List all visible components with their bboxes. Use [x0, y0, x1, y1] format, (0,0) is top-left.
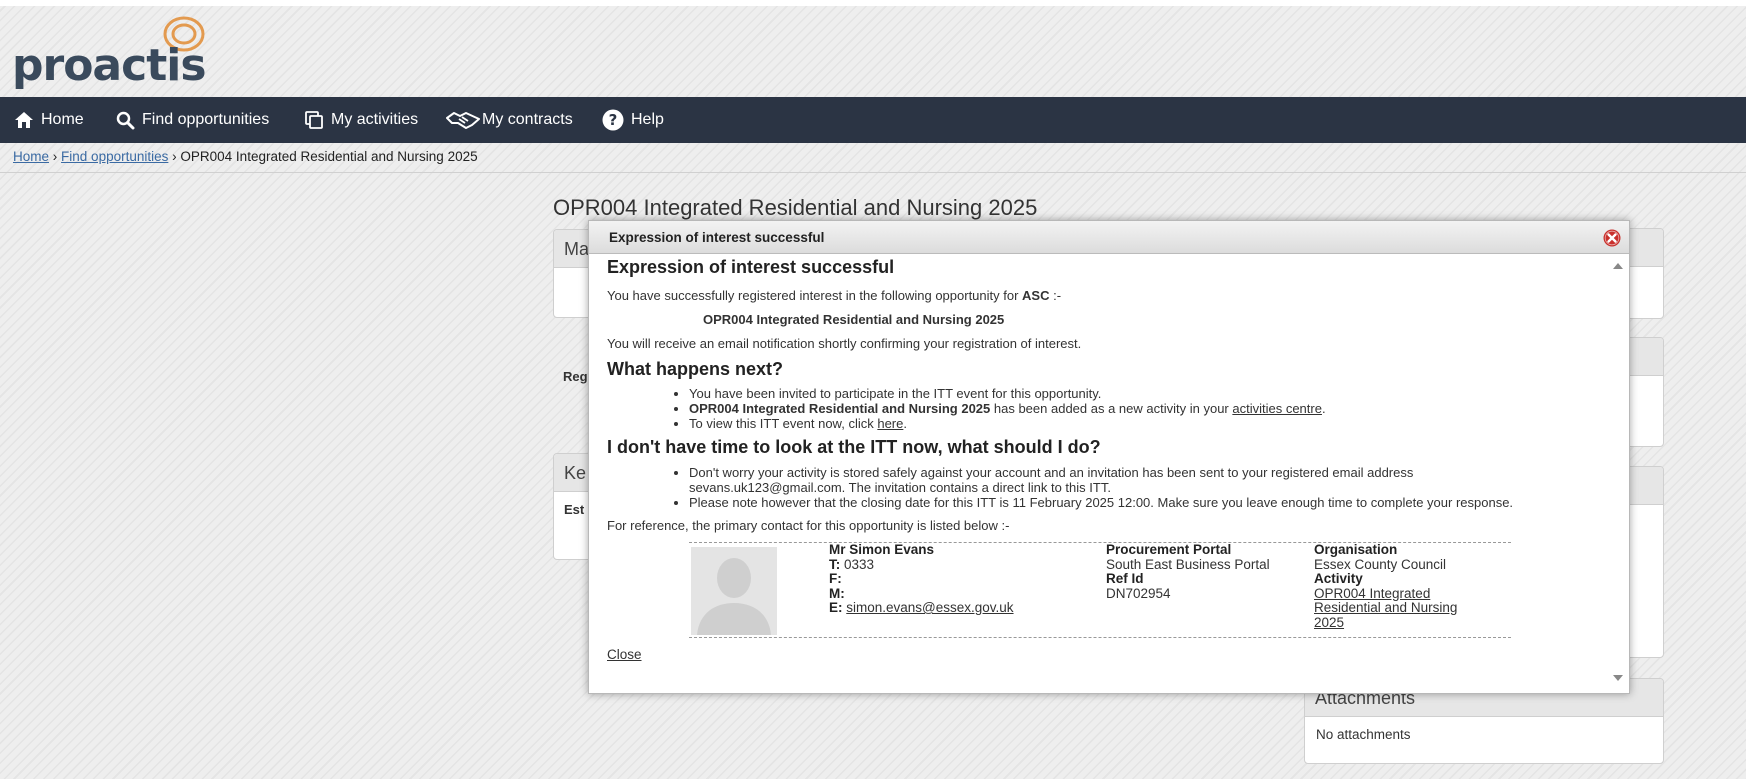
activity-label: Activity — [1314, 571, 1363, 586]
home-icon — [15, 112, 33, 128]
itt-here-link[interactable]: here — [877, 416, 903, 431]
phone-value: 0333 — [840, 556, 875, 572]
expression-of-interest-modal: Expression of interest successful Expres… — [588, 220, 1630, 694]
nav-contracts-label: My contracts — [482, 111, 573, 128]
nav-my-contracts[interactable]: My contracts — [446, 97, 573, 143]
close-link[interactable]: Close — [607, 647, 642, 662]
modal-body: Expression of interest successful You ha… — [607, 257, 1597, 689]
phone-label: T: — [829, 556, 841, 572]
next-step-2-end: . — [1321, 401, 1326, 416]
time-advice-1: Don't worry your activity is stored safe… — [689, 465, 1557, 495]
nav-find-label: Find opportunities — [142, 111, 270, 128]
next-step-2-bold: OPR004 Integrated Residential and Nursin… — [689, 401, 991, 416]
attachments-empty: No attachments — [1316, 727, 1411, 742]
top-strip — [0, 0, 1746, 6]
next-step-3-end: . — [903, 416, 907, 431]
contact-details: Mr Simon Evans T: 0333 F: M: E: simon.ev… — [829, 542, 1014, 616]
breadcrumb-home-link[interactable]: Home — [13, 149, 49, 164]
handshake-icon — [446, 112, 480, 129]
organisation-details: Organisation Essex County Council Activi… — [1314, 542, 1489, 630]
nav-help-label: Help — [631, 111, 664, 128]
email-note: You will receive an email notification s… — [607, 336, 1082, 351]
time-advice-list: Don't worry your activity is stored safe… — [607, 465, 1597, 510]
main-navbar: Home Find opportunities My activities My… — [0, 97, 1746, 143]
activity-link[interactable]: OPR004 Integrated Residential and Nursin… — [1314, 586, 1457, 630]
email-label: E: — [829, 600, 843, 615]
breadcrumb-separator: › — [52, 149, 58, 164]
portal-label: Procurement Portal — [1106, 542, 1232, 557]
fax-label: F: — [829, 571, 842, 586]
portal-details: Procurement Portal South East Business P… — [1106, 542, 1270, 601]
time-heading: I don't have time to look at the ITT now… — [607, 437, 1101, 457]
estimated-label: Est — [564, 502, 585, 517]
intro-pre: You have successfully registered interes… — [607, 288, 1023, 303]
next-step-3-text: To view this ITT event now, click — [689, 416, 878, 431]
help-icon: ? — [602, 109, 624, 131]
breadcrumb-separator: › — [172, 149, 177, 164]
next-step-3: To view this ITT event now, click here. — [689, 416, 1597, 431]
breadcrumb-divider — [0, 172, 1746, 173]
user-silhouette-icon — [697, 558, 771, 635]
next-step-2-text: has been added as a new activity in your — [990, 401, 1233, 416]
breadcrumb: Home › Find opportunities › OPR004 Integ… — [13, 149, 478, 164]
scroll-up-arrow[interactable] — [1613, 263, 1623, 269]
nav-home[interactable]: Home — [14, 97, 84, 143]
organisation-label: Organisation — [1314, 542, 1398, 557]
intro-org: ASC — [1022, 288, 1050, 303]
svg-text:?: ? — [609, 111, 618, 129]
organisation-value: Essex County Council — [1314, 556, 1447, 572]
primary-contact-table: Mr Simon Evans T: 0333 F: M: E: simon.ev… — [689, 542, 1511, 638]
activities-centre-link[interactable]: activities centre — [1232, 401, 1322, 416]
next-heading: What happens next? — [607, 359, 784, 379]
logo-wordmark: proactis — [12, 40, 207, 91]
nav-find-opportunities[interactable]: Find opportunities — [116, 97, 269, 143]
ref-id-value: DN702954 — [1106, 585, 1171, 601]
page-title: OPR004 Integrated Residential and Nursin… — [553, 195, 1038, 220]
reference-intro: For reference, the primary contact for t… — [607, 518, 1010, 533]
registration-label: Reg — [563, 369, 588, 384]
modal-heading: Expression of interest successful — [607, 257, 895, 277]
search-icon — [116, 111, 135, 129]
proactis-logo[interactable]: proactis — [12, 14, 232, 94]
ref-id-label: Ref Id — [1106, 571, 1144, 586]
next-step-2: OPR004 Integrated Residential and Nursin… — [689, 401, 1597, 416]
time-advice-2: Please note however that the closing dat… — [689, 495, 1557, 510]
portal-value: South East Business Portal — [1106, 556, 1270, 572]
avatar — [691, 547, 777, 635]
mobile-label: M: — [829, 585, 845, 601]
intro-text: You have successfully registered interes… — [607, 288, 1597, 304]
modal-header-title: Expression of interest successful — [609, 230, 825, 245]
nav-home-label: Home — [41, 111, 84, 128]
copy-icon — [305, 110, 323, 129]
opportunity-name: OPR004 Integrated Residential and Nursin… — [703, 312, 1005, 327]
next-step-1: You have been invited to participate in … — [689, 386, 1597, 401]
contact-name: Mr Simon Evans — [829, 542, 935, 557]
nav-help[interactable]: ? Help — [602, 97, 664, 143]
next-steps-list: You have been invited to participate in … — [607, 386, 1597, 431]
close-icon[interactable] — [1603, 229, 1621, 247]
scroll-down-arrow[interactable] — [1613, 675, 1623, 681]
intro-post: :- — [1049, 288, 1062, 303]
modal-header: Expression of interest successful — [589, 221, 1629, 254]
nav-activities-label: My activities — [331, 111, 419, 128]
contact-email-link[interactable]: simon.evans@essex.gov.uk — [846, 600, 1013, 615]
breadcrumb-current: OPR004 Integrated Residential and Nursin… — [180, 149, 478, 164]
breadcrumb-find-link[interactable]: Find opportunities — [61, 149, 168, 164]
nav-my-activities[interactable]: My activities — [305, 97, 418, 143]
